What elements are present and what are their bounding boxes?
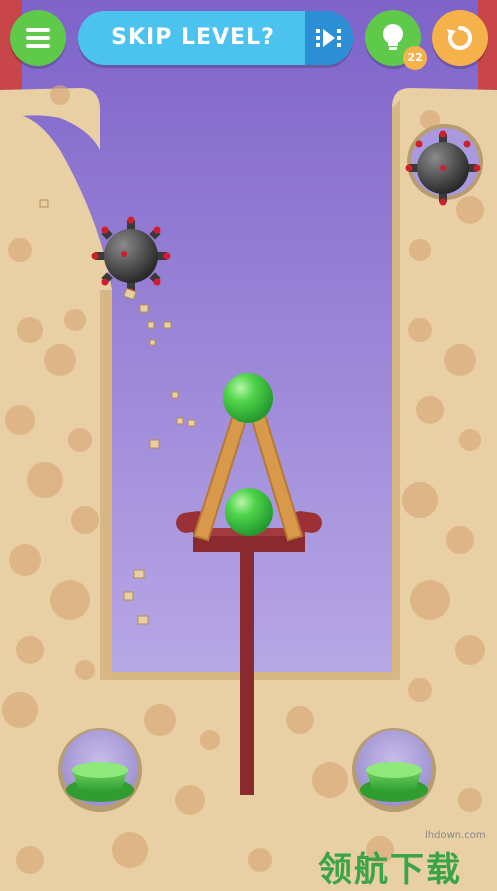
left-inner-wall: [100, 290, 112, 680]
watermark-url: lhdown.com: [425, 830, 486, 841]
right-inner-wall: [392, 100, 400, 680]
hint-count-badge: 22: [403, 46, 427, 70]
watermark-logo: 领航下载: [318, 850, 462, 890]
green-ball-upper[interactable]: [223, 373, 273, 423]
restart-arrow-icon: [447, 25, 473, 50]
spiked-mine-left[interactable]: [91, 216, 171, 296]
skip-level-button[interactable]: SKIP LEVEL?: [78, 11, 353, 65]
lightbulb-icon: [383, 24, 403, 50]
green-cup-right[interactable]: [360, 762, 428, 802]
green-cup-left[interactable]: [66, 762, 134, 802]
skip-level-label: SKIP LEVEL?: [111, 25, 275, 50]
stand-pole: [240, 545, 254, 795]
menu-button[interactable]: [10, 10, 66, 66]
restart-button[interactable]: [432, 10, 488, 66]
hamburger-menu-icon: [26, 28, 50, 48]
skip-video-section: [305, 11, 353, 65]
game-scene: [0, 0, 497, 883]
green-ball-lower[interactable]: [225, 488, 273, 536]
video-ad-icon: [316, 29, 341, 47]
